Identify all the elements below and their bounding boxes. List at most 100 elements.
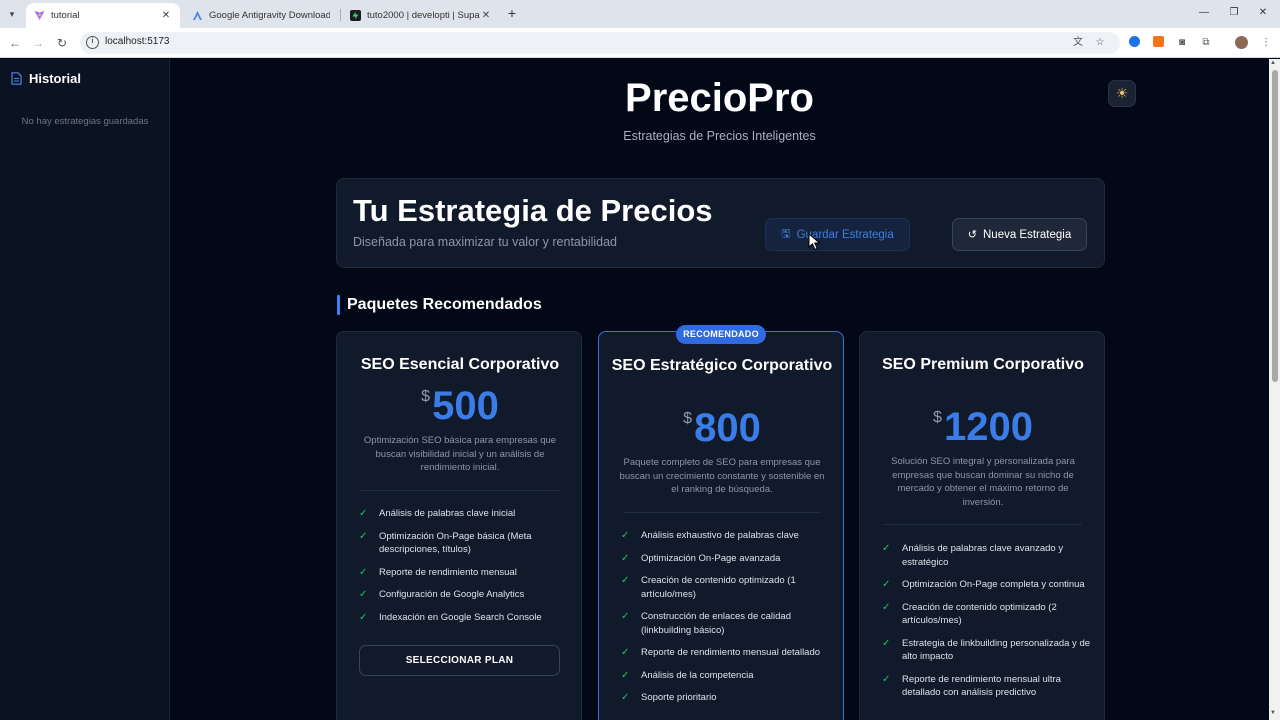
new-strategy-button[interactable]: ↺ Nueva Estrategia: [952, 218, 1087, 251]
browser-tab-supabase[interactable]: tuto2000 | developti | Supabase ✕: [342, 3, 500, 28]
currency-symbol: $: [421, 388, 431, 405]
package-card-premium: SEO Premium Corporativo $1200 Solución S…: [859, 331, 1105, 720]
feature-text: Optimización On-Page avanzada: [641, 552, 781, 564]
browser-menu-icon[interactable]: ⋮: [1259, 36, 1273, 50]
close-tab-icon[interactable]: ✕: [160, 10, 172, 21]
close-window-icon[interactable]: ✕: [1256, 6, 1270, 20]
feature-text: Creación de contenido optimizado (1 artí…: [641, 575, 796, 600]
scrollbar-thumb[interactable]: [1272, 70, 1278, 382]
document-icon: [11, 72, 22, 85]
feature-item: ✓ Estrategia de linkbuilding personalizad…: [882, 637, 1092, 664]
back-icon[interactable]: ←: [7, 35, 23, 51]
vite-icon: [34, 10, 45, 21]
package-price: $1200: [860, 405, 1106, 450]
mouse-cursor-icon: [808, 233, 821, 251]
check-icon: ✓: [621, 575, 630, 586]
currency-symbol: $: [933, 409, 942, 426]
tab-label: Google Antigravity Download: [209, 10, 330, 21]
profile-avatar-icon[interactable]: [1234, 36, 1248, 50]
feature-text: Optimización On-Page completa y continua: [902, 579, 1085, 590]
extension-blue-icon[interactable]: [1127, 36, 1141, 50]
save-icon: 🖫: [781, 228, 791, 240]
price-value: 800: [694, 406, 761, 450]
browser-tab-tutorial[interactable]: tutorial ✕: [26, 3, 180, 28]
scroll-up-icon[interactable]: ▲: [1270, 60, 1276, 66]
theme-toggle-button[interactable]: ☀: [1108, 80, 1136, 107]
tab-search-icon[interactable]: ▾: [4, 6, 20, 22]
feature-text: Configuración de Google Analytics: [379, 589, 525, 600]
restore-icon[interactable]: ❐: [1227, 6, 1241, 20]
address-bar[interactable]: [80, 32, 1120, 54]
card-divider: [623, 512, 821, 513]
new-strategy-label: Nueva Estrategia: [983, 228, 1072, 241]
feature-item: ✓ Reporte de rendimiento mensual ultra de…: [882, 673, 1092, 700]
save-strategy-button[interactable]: 🖫 Guardar Estrategia: [765, 218, 910, 251]
check-icon: ✓: [359, 508, 368, 519]
card-divider: [884, 524, 1082, 525]
feature-item: ✓ Reporte de rendimiento mensual detallad…: [621, 646, 831, 660]
check-icon: ✓: [882, 637, 891, 649]
package-description: Optimización SEO básica para empresas qu…: [363, 435, 557, 473]
browser-tab-antigravity[interactable]: Google Antigravity Download: [184, 3, 338, 28]
feature-list: ✓ Análisis exhaustivo de palabras clave ✓…: [621, 529, 831, 714]
feature-item: ✓ Optimización On-Page completa y continu…: [882, 578, 1092, 592]
check-icon: ✓: [882, 543, 891, 554]
browser-toolbar: ← → ↻ i localhost:5173 文 ☆ ◙ ⧉ ⋮: [0, 28, 1280, 58]
brand-tagline: Estrategias de Precios Inteligentes: [623, 129, 816, 143]
scroll-down-icon[interactable]: ▼: [1270, 710, 1276, 716]
supabase-icon: [350, 10, 361, 21]
extensions-puzzle-icon[interactable]: ⧉: [1199, 36, 1213, 50]
feature-text: Optimización On-Page básica (Meta descri…: [379, 530, 532, 556]
check-icon: ✓: [359, 589, 368, 600]
site-info-icon[interactable]: i: [86, 36, 99, 49]
check-icon: ✓: [882, 579, 891, 590]
bookmark-star-icon[interactable]: ☆: [1093, 36, 1107, 50]
feature-item: ✓ Indexación en Google Search Console: [359, 611, 569, 625]
feature-text: Análisis de palabras clave avanzado y es…: [902, 543, 1064, 568]
package-description: Solución SEO integral y personalizada pa…: [891, 456, 1075, 508]
check-icon: ✓: [621, 552, 630, 564]
sun-icon: ☀: [1115, 85, 1129, 101]
url-text[interactable]: localhost:5173: [105, 36, 170, 47]
card-divider: [361, 490, 559, 491]
sidebar-header: Historial: [11, 71, 81, 86]
package-card-esencial: SEO Esencial Corporativo $500 Optimizaci…: [336, 331, 582, 720]
feature-text: Reporte de rendimiento mensual: [379, 566, 517, 578]
feature-text: Reporte de rendimiento mensual detallado: [641, 647, 821, 658]
close-tab-icon[interactable]: ✕: [480, 10, 492, 21]
strategy-title: Tu Estrategia de Precios: [353, 193, 713, 228]
package-description: Paquete completo de SEO para empresas qu…: [619, 457, 825, 495]
package-price: $500: [337, 384, 583, 429]
feature-text: Indexación en Google Search Console: [379, 611, 542, 623]
select-plan-button[interactable]: SELECCIONAR PLAN: [359, 645, 560, 676]
feature-item: ✓ Reporte de rendimiento mensual: [359, 566, 569, 580]
feature-item: ✓ Creación de contenido optimizado (1 art…: [621, 574, 831, 601]
feature-text: Reporte de rendimiento mensual ultra det…: [902, 673, 1061, 699]
feature-item: ✓ Análisis de la competencia: [621, 669, 831, 683]
check-icon: ✓: [621, 692, 630, 703]
sidebar-title: Historial: [29, 71, 82, 86]
feature-list: ✓ Análisis de palabras clave avanzado y e…: [882, 542, 1092, 709]
reset-icon: ↺: [967, 229, 977, 241]
package-card-estrategico: SEO Estratégico Corporativo $800 Paquete…: [598, 331, 844, 720]
empty-history-text: No hay estrategias guardadas: [21, 116, 149, 127]
minimize-icon[interactable]: —: [1197, 6, 1211, 20]
extension-orange-icon[interactable]: [1151, 36, 1165, 50]
price-value: 1200: [943, 405, 1033, 449]
feature-item: ✓ Análisis exhaustivo de palabras clave: [621, 529, 831, 543]
reload-icon[interactable]: ↻: [54, 35, 70, 51]
translate-icon[interactable]: 文: [1071, 36, 1085, 50]
antigravity-icon: [192, 10, 203, 21]
tab-separator: [340, 9, 341, 21]
check-icon: ✓: [882, 673, 891, 685]
check-icon: ✓: [621, 669, 630, 681]
feature-item: ✓ Optimización On-Page básica (Meta descr…: [359, 530, 569, 557]
section-accent-bar: [337, 295, 340, 315]
screenshot-icon[interactable]: ◙: [1175, 36, 1189, 50]
package-name: SEO Estratégico Corporativo: [611, 357, 833, 374]
forward-icon[interactable]: →: [30, 35, 46, 51]
feature-item: ✓ Optimización On-Page avanzada: [621, 552, 831, 566]
new-tab-icon[interactable]: +: [505, 6, 519, 20]
package-name: SEO Premium Corporativo: [882, 356, 1084, 373]
tab-label: tuto2000 | developti | Supabase: [367, 10, 480, 21]
